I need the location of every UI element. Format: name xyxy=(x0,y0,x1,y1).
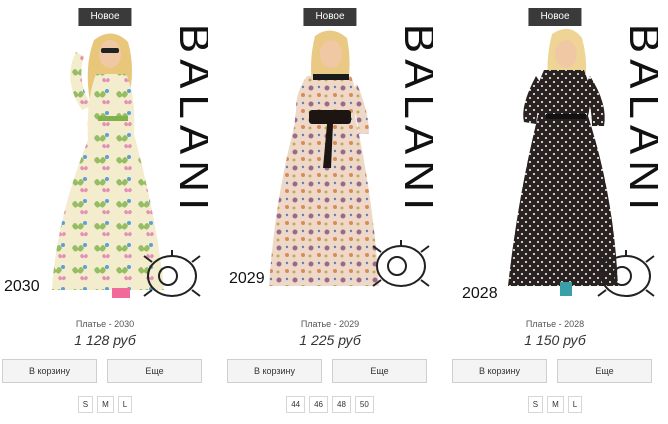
product-sku: 2028 xyxy=(462,285,498,302)
new-badge: Новое xyxy=(528,8,582,26)
add-to-cart-button[interactable]: В корзину xyxy=(452,359,547,383)
product-grid: Новое BALANI 2030 Платье - 2030 1 128 ру… xyxy=(0,0,668,424)
product-card: Новое xyxy=(0,0,210,424)
new-badge: Новое xyxy=(78,8,132,26)
product-photo[interactable]: BALANI xyxy=(2,20,208,306)
size-list: S M L xyxy=(450,396,660,413)
more-button[interactable]: Еще xyxy=(557,359,652,383)
product-sku: 2029 xyxy=(229,270,265,287)
product-name[interactable]: Платье - 2030 xyxy=(0,319,210,329)
product-sku: 2030 xyxy=(4,278,40,295)
product-card: Новое BALANI 2028 Платье - 2028 1 150 ру… xyxy=(450,0,660,424)
more-button[interactable]: Еще xyxy=(332,359,427,383)
add-to-cart-button[interactable]: В корзину xyxy=(227,359,322,383)
size-option[interactable]: L xyxy=(567,396,583,413)
brand-logo: BALANI xyxy=(395,24,433,217)
size-option[interactable]: 50 xyxy=(354,396,374,413)
product-photo[interactable]: BALANI xyxy=(227,20,433,306)
size-list: 44 46 48 50 xyxy=(225,396,435,413)
brand-logo: BALANI xyxy=(170,24,208,217)
more-button[interactable]: Еще xyxy=(107,359,202,383)
new-badge: Новое xyxy=(303,8,357,26)
size-list: S M L xyxy=(0,396,210,413)
product-price: 1 128 руб xyxy=(74,332,136,348)
add-to-cart-button[interactable]: В корзину xyxy=(2,359,97,383)
size-option[interactable]: 44 xyxy=(286,396,306,413)
size-option[interactable]: S xyxy=(527,396,544,413)
product-photo[interactable]: BALANI xyxy=(452,20,658,306)
size-option[interactable]: L xyxy=(117,396,133,413)
size-option[interactable]: 46 xyxy=(309,396,328,413)
size-option[interactable]: M xyxy=(97,396,114,413)
product-price: 1 150 руб xyxy=(524,332,586,348)
size-option[interactable]: S xyxy=(77,396,94,413)
svg-text:BALANI: BALANI xyxy=(170,24,208,217)
product-price: 1 225 руб xyxy=(299,332,361,348)
size-option[interactable]: M xyxy=(547,396,564,413)
brand-logo: BALANI xyxy=(620,24,658,217)
product-card: Новое xyxy=(225,0,435,424)
product-name[interactable]: Платье - 2028 xyxy=(450,319,660,329)
turtle-logo-icon xyxy=(372,240,430,287)
product-name[interactable]: Платье - 2029 xyxy=(225,319,435,329)
size-option[interactable]: 48 xyxy=(332,396,351,413)
